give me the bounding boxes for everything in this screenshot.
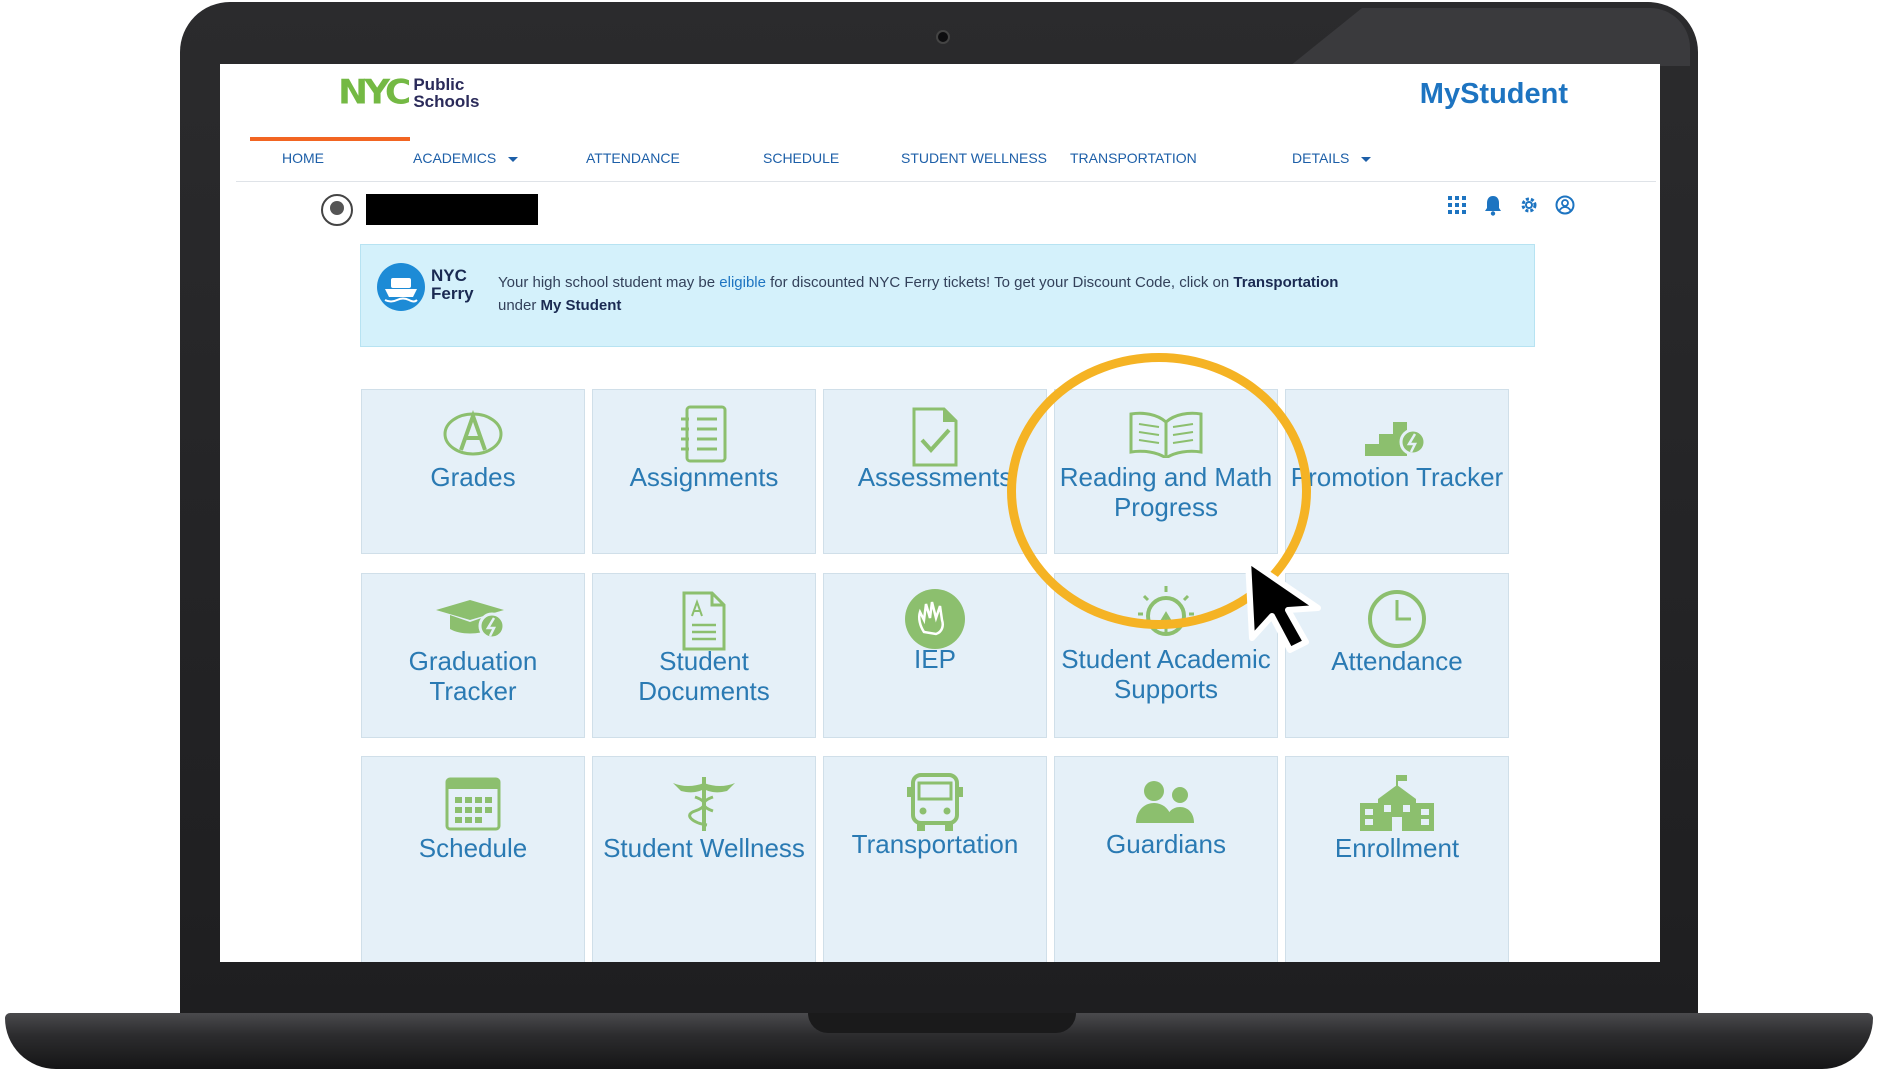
calendar-icon bbox=[362, 773, 584, 833]
bell-icon[interactable] bbox=[1482, 194, 1504, 216]
tile-label: Student Wellness bbox=[603, 833, 805, 863]
toolbar-icons bbox=[1446, 194, 1576, 216]
laptop-notch bbox=[808, 1013, 1076, 1033]
nav-academics[interactable]: ACADEMICS bbox=[413, 150, 519, 166]
app-title[interactable]: MyStudent bbox=[1420, 78, 1568, 111]
banner-text-part: under bbox=[498, 297, 541, 314]
grade-a-icon bbox=[362, 410, 584, 458]
tile-reading-math-progress[interactable]: Reading and Math Progress bbox=[1054, 389, 1278, 554]
user-circle-icon[interactable] bbox=[1554, 194, 1576, 216]
tile-assignments[interactable]: Assignments bbox=[592, 389, 816, 554]
student-name-redacted bbox=[366, 194, 538, 225]
tile-label: IEP bbox=[914, 644, 956, 674]
tile-guardians[interactable]: Guardians bbox=[1054, 756, 1278, 962]
ferry-logo-text: NYC Ferry bbox=[431, 267, 474, 303]
tile-label-text: Student Academic Supports bbox=[1061, 644, 1271, 704]
banner-message: Your high school student may be eligible… bbox=[498, 271, 1498, 317]
document-icon bbox=[593, 590, 815, 652]
document-check-icon bbox=[824, 406, 1046, 468]
tile-label: Assessments bbox=[857, 462, 1013, 492]
stairs-icon bbox=[1286, 412, 1508, 458]
tile-schedule[interactable]: Schedule bbox=[361, 756, 585, 962]
mouse-pointer-icon bbox=[1242, 556, 1332, 661]
logo-nyc-mark: NYC bbox=[338, 73, 411, 112]
school-building-icon bbox=[1286, 773, 1508, 833]
bus-icon bbox=[824, 771, 1046, 833]
tile-graduation-tracker[interactable]: Graduation Tracker bbox=[361, 573, 585, 738]
logo-line1: Public bbox=[413, 74, 465, 94]
tile-label: Assignments bbox=[629, 462, 779, 492]
tile-label: Enrollment bbox=[1334, 833, 1460, 863]
tile-transportation[interactable]: Transportation bbox=[823, 756, 1047, 962]
tile-label: Grades bbox=[430, 462, 516, 492]
banner-bold-transportation: Transportation bbox=[1233, 274, 1339, 291]
nav-home[interactable]: HOME bbox=[282, 150, 324, 166]
student-avatar[interactable] bbox=[321, 194, 353, 226]
chevron-down-icon bbox=[1361, 156, 1372, 162]
banner-text-part: Your high school student may be bbox=[498, 274, 720, 291]
tile-label: Graduation Tracker bbox=[408, 646, 538, 706]
caduceus-icon bbox=[593, 773, 815, 833]
banner-bold-mystudent: My Student bbox=[540, 297, 622, 314]
eligible-link[interactable]: eligible bbox=[719, 274, 766, 291]
logo-wordmark: Public Schools bbox=[413, 76, 479, 110]
nyc-public-schools-logo[interactable]: NYC Public Schools bbox=[338, 72, 479, 113]
nav-divider bbox=[236, 181, 1656, 182]
tile-promotion-tracker[interactable]: Promotion Tracker bbox=[1285, 389, 1509, 554]
tile-label: Promotion Tracker bbox=[1290, 462, 1504, 492]
nav-attendance[interactable]: ATTENDANCE bbox=[586, 150, 680, 166]
screen: NYC Public Schools MyStudent HOME ACADEM… bbox=[220, 64, 1660, 962]
grid-icon[interactable] bbox=[1446, 194, 1468, 216]
tile-student-documents[interactable]: Student Documents bbox=[592, 573, 816, 738]
tile-label: Reading and Math Progress bbox=[1059, 462, 1273, 522]
tile-label: Schedule bbox=[418, 833, 528, 863]
gear-icon[interactable] bbox=[1518, 194, 1540, 216]
tile-enrollment[interactable]: Enrollment bbox=[1285, 756, 1509, 962]
screen-bezel-bottom bbox=[192, 985, 1686, 1015]
tile-grades[interactable]: Grades bbox=[361, 389, 585, 554]
open-book-icon bbox=[1055, 410, 1277, 458]
ferry-logo-line2: Ferry bbox=[431, 284, 474, 303]
tile-label: Guardians bbox=[1106, 829, 1226, 859]
tile-iep[interactable]: IEP bbox=[823, 573, 1047, 738]
banner-text-part: for discounted NYC Ferry tickets! To get… bbox=[765, 274, 1234, 291]
logo-line2: Schools bbox=[413, 91, 480, 111]
nav-transportation[interactable]: TRANSPORTATION bbox=[1070, 150, 1197, 166]
tile-student-wellness[interactable]: Student Wellness bbox=[592, 756, 816, 962]
ferry-announcement-banner: NYC Ferry Your high school student may b… bbox=[360, 244, 1535, 347]
ferry-logo-line1: NYC bbox=[431, 266, 467, 285]
main-nav: HOME ACADEMICS ATTENDANCE SCHEDULE STUDE… bbox=[220, 150, 1660, 180]
nav-details[interactable]: DETAILS bbox=[1292, 150, 1372, 166]
chevron-down-icon bbox=[508, 156, 519, 162]
checklist-icon bbox=[593, 404, 815, 464]
nav-student-wellness[interactable]: STUDENT WELLNESS bbox=[901, 150, 1047, 166]
people-icon bbox=[1055, 779, 1277, 825]
tile-label: Student Documents bbox=[638, 646, 770, 706]
tile-label: Transportation bbox=[851, 829, 1019, 859]
ferry-logo-icon bbox=[377, 263, 425, 311]
tile-assessments[interactable]: Assessments bbox=[823, 389, 1047, 554]
graduation-cap-icon bbox=[362, 598, 584, 640]
hands-icon bbox=[824, 588, 1046, 650]
webcam bbox=[936, 30, 950, 44]
nav-schedule[interactable]: SCHEDULE bbox=[763, 150, 839, 166]
active-tab-indicator bbox=[250, 137, 410, 141]
